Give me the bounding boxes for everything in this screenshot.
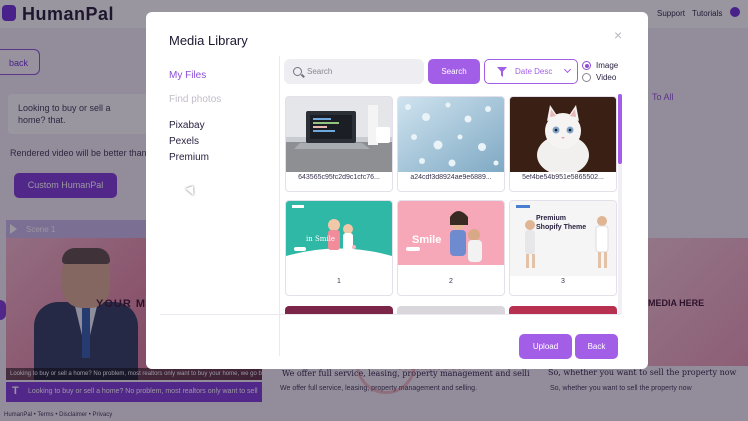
filter-icon [497, 67, 507, 77]
media-card[interactable] [285, 306, 393, 314]
template-3-title: Premium Shopify Theme [536, 215, 587, 231]
media-card[interactable] [397, 306, 505, 314]
sidebar-divider [279, 56, 280, 356]
back-button[interactable]: Back [575, 334, 618, 359]
media-caption: a24cdf3d8924ae9e6889... [410, 174, 492, 181]
media-thumbnail-template-3[interactable] [510, 201, 616, 276]
media-card[interactable]: a24cdf3d8924ae9e6889... [397, 96, 505, 192]
sidebar-item-find-photos: Find photos [169, 94, 222, 105]
search-input[interactable] [307, 63, 417, 80]
media-caption: 2 [449, 278, 453, 285]
radio-video[interactable] [582, 73, 591, 82]
modal-title: Media Library [169, 33, 248, 48]
radio-image[interactable] [582, 61, 591, 70]
grid-scrollbar-thumb[interactable] [618, 94, 622, 164]
footer-divider [160, 314, 620, 315]
media-card[interactable]: 1 [285, 200, 393, 296]
media-caption: 1 [337, 278, 341, 285]
media-thumbnail-laptop[interactable] [286, 97, 392, 172]
template-1-title: in Smile [306, 235, 336, 243]
media-library-modal: Media Library × My Files Find photos Pix… [146, 12, 648, 369]
sort-selected-value: Date Desc [515, 67, 553, 76]
close-icon[interactable]: × [614, 28, 622, 42]
sort-select[interactable]: Date Desc [484, 59, 578, 84]
media-caption: 5ef4be54b951e5865502... [522, 174, 604, 181]
media-grid: 643565c95fc2d9c1cfc76... a24cdf3d8924ae9… [284, 94, 622, 314]
media-thumbnail-water[interactable] [398, 97, 504, 172]
media-caption: 3 [561, 278, 565, 285]
media-caption: 643565c95fc2d9c1cfc76... [298, 174, 380, 181]
sidebar-item-my-files[interactable]: My Files [169, 70, 206, 81]
media-thumbnail-template-1[interactable] [286, 201, 392, 276]
radio-video-label[interactable]: Video [596, 73, 616, 82]
radio-image-label[interactable]: Image [596, 61, 618, 70]
media-card[interactable]: 5ef4be54b951e5865502... [509, 96, 617, 192]
sidebar-item-pexels[interactable]: Pexels [169, 136, 199, 147]
media-thumbnail-kitten[interactable] [510, 97, 616, 172]
upload-button[interactable]: Upload [519, 334, 572, 359]
template-2-title: Smile [412, 234, 442, 246]
media-card[interactable]: 2 [397, 200, 505, 296]
media-card[interactable] [509, 306, 617, 314]
search-button[interactable]: Search [428, 59, 480, 84]
sidebar-item-pixabay[interactable]: Pixabay [169, 120, 205, 131]
search-icon [293, 67, 302, 76]
search-box[interactable] [284, 59, 424, 84]
chevron-down-icon [563, 65, 572, 74]
media-card[interactable]: 643565c95fc2d9c1cfc76... [285, 96, 393, 192]
sidebar-item-premium[interactable]: Premium [169, 152, 209, 163]
